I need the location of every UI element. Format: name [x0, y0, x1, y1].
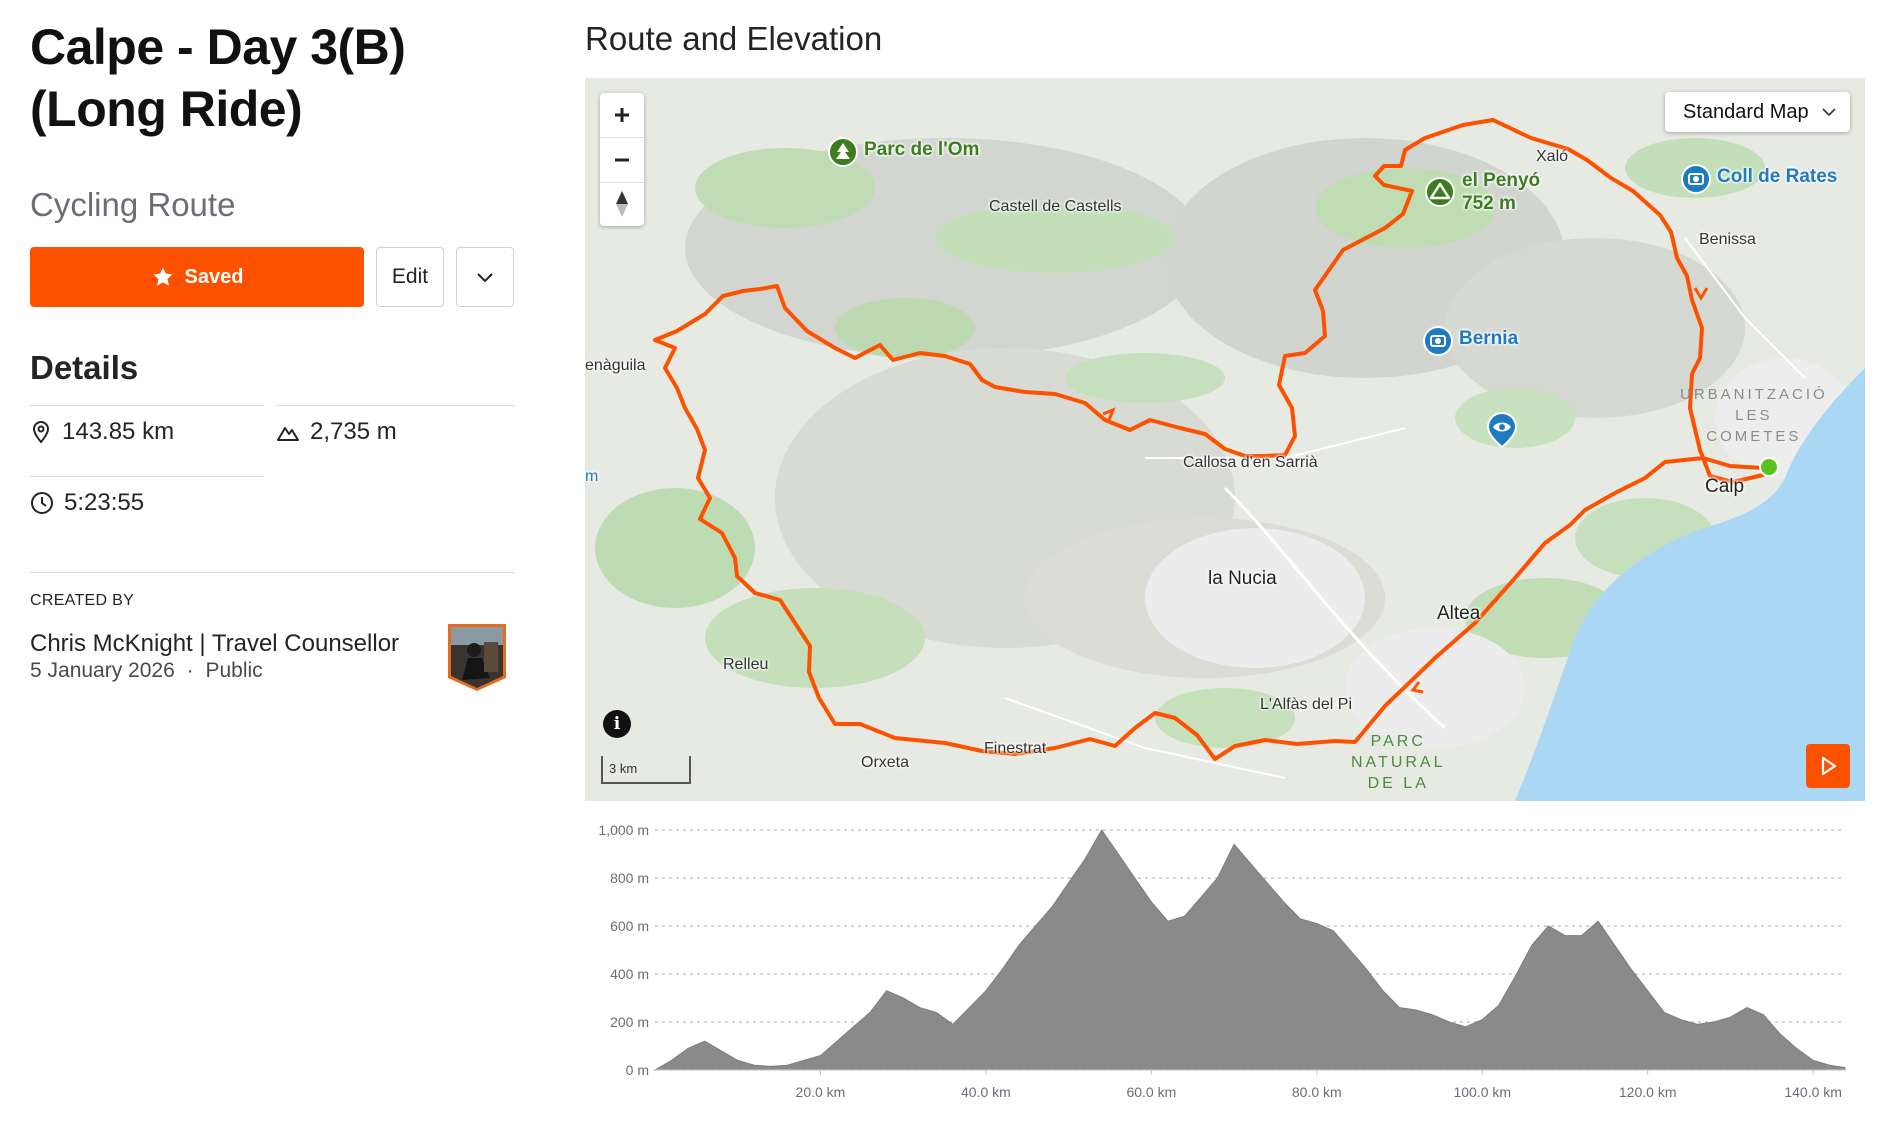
edit-button[interactable]: Edit [376, 247, 444, 307]
x-tick-label: 140.0 km [1784, 1084, 1842, 1100]
x-tick-label: 100.0 km [1453, 1084, 1511, 1100]
attribution-info-button[interactable]: i [603, 710, 631, 738]
route-map[interactable]: Castell de Castells Xaló Benissa Callosa… [585, 78, 1865, 801]
y-tick-label: 200 m [610, 1014, 649, 1030]
place-label: enàguila [585, 357, 646, 374]
x-tick-label: 60.0 km [1126, 1084, 1176, 1100]
place-label: Callosa d'en Sarrià [1183, 454, 1318, 471]
place-label: Castell de Castells [989, 198, 1122, 215]
divider [30, 476, 264, 477]
saved-button[interactable]: Saved [30, 247, 364, 307]
area-label-line: LES [1735, 407, 1773, 424]
zoom-in-button[interactable] [600, 93, 644, 137]
divider [276, 405, 515, 406]
map-type-label: Standard Map [1683, 100, 1809, 123]
section-title: Route and Elevation [585, 20, 883, 57]
place-label: Finestrat [984, 740, 1047, 757]
play-icon [1821, 756, 1837, 776]
reset-bearing-button[interactable] [600, 182, 644, 226]
map-scale: 3 km [601, 756, 691, 784]
poi-elevation: 752 m [1462, 193, 1516, 214]
distance-value: 143.85 km [62, 418, 175, 445]
x-tick-label: 20.0 km [796, 1084, 846, 1100]
area-label: PARC NATURAL DE LA [1351, 731, 1446, 794]
place-label: L'Alfàs del Pi [1260, 696, 1352, 713]
poi-label: Bernia [1459, 328, 1519, 349]
route-actions: Saved Edit [30, 247, 515, 307]
location-pin-icon [32, 420, 50, 444]
poi-el-penyo[interactable]: el Penyó 752 m [1424, 170, 1540, 215]
area-label-line: COMETES [1706, 428, 1802, 445]
poi-coll-de-rates[interactable]: Coll de Rates [1681, 164, 1837, 203]
map-terrain [585, 78, 1865, 801]
place-label: la Nucia [1208, 568, 1277, 589]
area-label: URBANITZACIÓ LES COMETES [1680, 384, 1828, 447]
y-tick-label: 0 m [626, 1062, 649, 1078]
elevation-value: 2,735 m [310, 418, 397, 445]
divider [30, 572, 515, 573]
poi-parc-de-lom[interactable]: Parc de l'Om [828, 137, 979, 176]
area-label-line: URBANITZACIÓ [1680, 386, 1828, 403]
y-tick-label: 400 m [610, 966, 649, 982]
creator-meta: 5 January 2026 · Public [30, 659, 263, 683]
camera-icon [1681, 164, 1711, 194]
x-tick-label: 120.0 km [1619, 1084, 1677, 1100]
poi-label: el Penyó [1462, 170, 1541, 191]
chevron-down-icon [477, 273, 493, 283]
time-value: 5:23:55 [64, 489, 145, 516]
area-label-line: NATURAL [1351, 754, 1446, 771]
area-label-line: PARC [1370, 733, 1426, 750]
divider [30, 405, 264, 406]
visibility: Public [205, 659, 263, 682]
created-date: 5 January 2026 [30, 659, 175, 682]
y-tick-label: 1,000 m [598, 822, 649, 838]
more-options-button[interactable] [456, 247, 514, 307]
distance-stat: 143.85 km [30, 418, 174, 446]
poi-bernia[interactable]: Bernia [1423, 326, 1518, 365]
elevation-area [653, 829, 1846, 1071]
minus-icon [615, 158, 629, 162]
place-label: Altea [1437, 603, 1481, 624]
place-label: Xaló [1536, 148, 1569, 165]
y-tick-label: 600 m [610, 918, 649, 934]
plus-icon [615, 108, 629, 122]
map-type-selector[interactable]: Standard Map [1665, 92, 1850, 132]
elevation-chart[interactable]: 0 m 200 m 400 m 600 m 800 m 1,000 m 20.0 km 40.… [585, 812, 1879, 1112]
clock-icon [31, 492, 53, 514]
place-label: m [585, 468, 599, 485]
poi-label: Coll de Rates [1717, 166, 1838, 187]
created-by-label: CREATED BY [30, 592, 135, 609]
area-label-line: DE LA [1367, 775, 1429, 792]
route-type: Cycling Route [30, 186, 236, 223]
viewpoint-icon[interactable] [1487, 412, 1517, 448]
elevation-stat: 2,735 m [276, 418, 397, 446]
details-heading: Details [30, 349, 139, 386]
zoom-out-button[interactable] [600, 138, 644, 182]
saved-button-label: Saved [184, 265, 244, 288]
place-label: Relleu [723, 656, 769, 673]
creator-name[interactable]: Chris McKnight | Travel Counsellor [30, 630, 399, 658]
star-icon [153, 267, 173, 286]
x-tick-label: 40.0 km [961, 1084, 1011, 1100]
compass-icon [616, 191, 628, 217]
route-title: Calpe - Day 3(B) (Long Ride) [30, 19, 406, 137]
meta-separator: · [186, 659, 194, 682]
camera-icon [1423, 326, 1453, 356]
tree-icon [828, 137, 858, 167]
flyover-play-button[interactable] [1806, 744, 1850, 788]
place-label: Calp [1705, 476, 1745, 497]
avatar[interactable] [444, 622, 510, 692]
chevron-down-icon [1822, 108, 1836, 117]
zoom-controls [600, 93, 644, 226]
time-stat: 5:23:55 [30, 489, 144, 517]
mountain-icon [277, 427, 299, 441]
start-marker[interactable] [1759, 457, 1779, 477]
place-label: Orxeta [861, 754, 910, 771]
x-tick-label: 80.0 km [1292, 1084, 1342, 1100]
poi-label: Parc de l'Om [864, 139, 980, 160]
place-label: Benissa [1699, 231, 1756, 248]
mountain-icon [1425, 177, 1455, 207]
y-tick-label: 800 m [610, 870, 649, 886]
